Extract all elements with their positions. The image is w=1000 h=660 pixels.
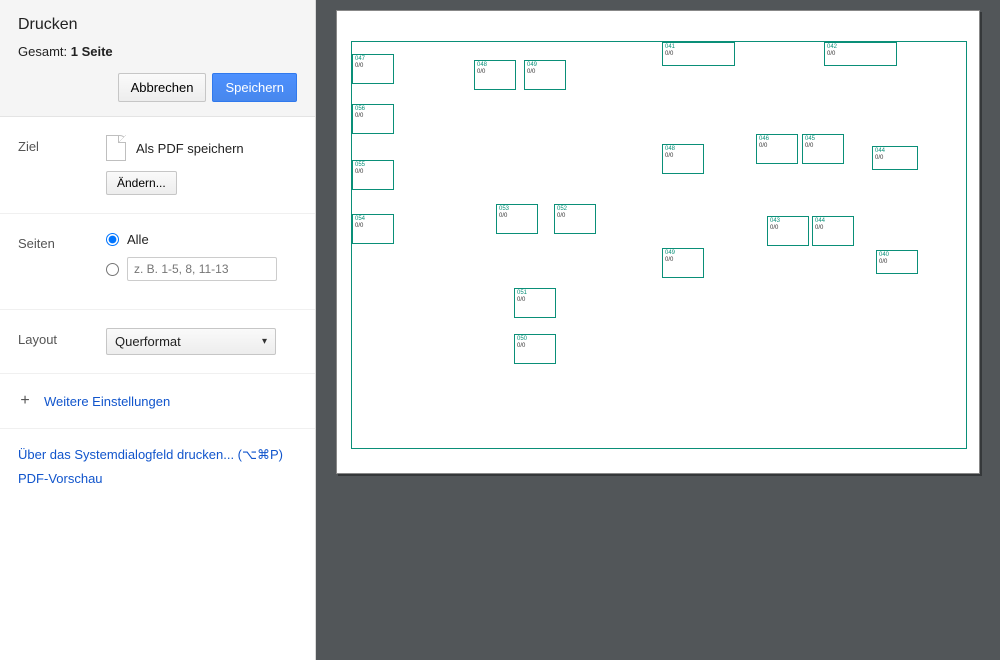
- diagram-box: 0540/0: [352, 214, 394, 244]
- more-settings-label: Weitere Einstellungen: [44, 394, 170, 409]
- diagram-box: 0440/0: [812, 216, 854, 246]
- pages-label: Seiten: [18, 232, 106, 251]
- diagram-box: 0480/0: [474, 60, 516, 90]
- cancel-button[interactable]: Abbrechen: [118, 73, 207, 102]
- diagram-box: 0420/0: [824, 42, 897, 66]
- destination-value: Als PDF speichern: [136, 141, 244, 156]
- layout-label: Layout: [18, 328, 106, 347]
- diagram-box: 0470/0: [352, 54, 394, 84]
- diagram-box: 0500/0: [514, 334, 556, 364]
- pages-range-input[interactable]: [127, 257, 277, 281]
- diagram-box: 0550/0: [352, 160, 394, 190]
- save-button[interactable]: Speichern: [212, 73, 297, 102]
- pdf-preview-link[interactable]: PDF-Vorschau: [18, 471, 103, 486]
- preview-area: 0470/0 0480/0 0490/0 0560/0 0550/0 0540/0 0530…: [316, 0, 1000, 660]
- chevron-down-icon: ▾: [262, 336, 267, 347]
- pages-all-radio[interactable]: [106, 233, 119, 246]
- diagram-box: 0490/0: [524, 60, 566, 90]
- diagram-box: 0490/0: [662, 248, 704, 278]
- diagram-box: 0440/0: [872, 146, 918, 170]
- diagram-box: 0560/0: [352, 104, 394, 134]
- pages-row: Seiten Alle: [0, 214, 315, 310]
- diagram-box: 0400/0: [876, 250, 918, 274]
- diagram-frame: 0470/0 0480/0 0490/0 0560/0 0550/0 0540/0 0530…: [351, 41, 967, 449]
- plus-icon: +: [18, 392, 32, 410]
- pages-range-radio[interactable]: [106, 263, 119, 276]
- sidebar-header: Drucken Gesamt: 1 Seite Abbrechen Speich…: [0, 0, 315, 117]
- diagram-box: 0510/0: [514, 288, 556, 318]
- total-prefix: Gesamt:: [18, 44, 67, 59]
- dialog-title: Drucken: [18, 16, 297, 34]
- print-sidebar: Drucken Gesamt: 1 Seite Abbrechen Speich…: [0, 0, 316, 660]
- total-pages: Gesamt: 1 Seite: [18, 44, 297, 59]
- file-icon: [106, 135, 126, 161]
- diagram-box: 0530/0: [496, 204, 538, 234]
- destination-label: Ziel: [18, 135, 106, 154]
- diagram-box: 0410/0: [662, 42, 735, 66]
- layout-row: Layout Querformat ▾: [0, 310, 315, 374]
- pages-all-label: Alle: [127, 232, 149, 247]
- total-value: 1 Seite: [71, 44, 113, 59]
- diagram-box: 0520/0: [554, 204, 596, 234]
- layout-select[interactable]: Querformat ▾: [106, 328, 276, 355]
- diagram-box: 0430/0: [767, 216, 809, 246]
- diagram-box: 0480/0: [662, 144, 704, 174]
- layout-value: Querformat: [115, 334, 181, 349]
- diagram-box: 0460/0: [756, 134, 798, 164]
- diagram-box: 0450/0: [802, 134, 844, 164]
- system-dialog-link[interactable]: Über das Systemdialogfeld drucken... (⌥⌘…: [18, 447, 283, 462]
- destination-row: Ziel Als PDF speichern Ändern...: [0, 117, 315, 214]
- preview-page: 0470/0 0480/0 0490/0 0560/0 0550/0 0540/0 0530…: [336, 10, 980, 474]
- more-settings-row[interactable]: + Weitere Einstellungen: [0, 374, 315, 429]
- change-destination-button[interactable]: Ändern...: [106, 171, 177, 195]
